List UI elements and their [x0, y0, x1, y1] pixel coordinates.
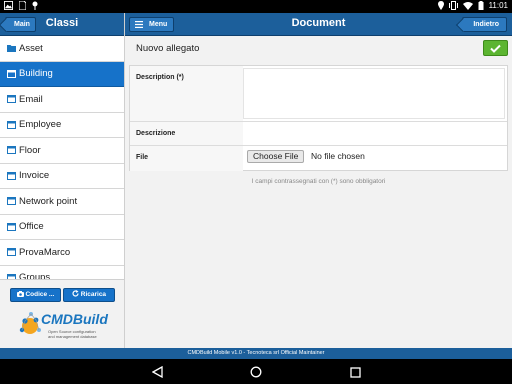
class-item-label: Employee [19, 119, 62, 131]
table-icon [7, 69, 16, 78]
image-icon [4, 1, 13, 10]
logo-subtitle: Open Source configuration and management… [48, 329, 97, 339]
class-item[interactable]: ProvaMarco [0, 240, 124, 266]
status-bar: 11:01 [0, 0, 512, 13]
refresh-icon [72, 290, 79, 297]
check-icon [490, 44, 501, 53]
file-label: File [136, 154, 149, 161]
descrizione-row: Descrizione [130, 122, 507, 146]
clock: 11:01 [488, 1, 508, 10]
document-panel: Menu Document Indietro Nuovo allegato De… [125, 13, 512, 348]
sim-icon [19, 1, 26, 10]
table-icon [7, 171, 16, 180]
class-item[interactable]: Network point [0, 189, 124, 215]
class-item[interactable]: Office [0, 214, 124, 240]
table-icon [7, 248, 16, 257]
recents-nav-icon[interactable] [350, 365, 361, 383]
class-item-label: Office [19, 221, 44, 233]
class-list: Asset Building Email Employee Floor Invoice Ne… [0, 36, 124, 279]
camera-icon [16, 291, 24, 297]
class-item-label: Groups [19, 272, 51, 279]
descrizione-input[interactable] [243, 122, 507, 145]
table-icon [7, 146, 16, 155]
table-icon [7, 222, 16, 231]
class-item[interactable]: Floor [0, 138, 124, 164]
classes-title: Classi [45, 17, 79, 29]
page-title: Document [291, 17, 346, 29]
description-required-label: Description (*) [136, 74, 184, 81]
class-item[interactable]: Groups [0, 265, 124, 279]
pin-icon [32, 1, 38, 10]
codice-button[interactable]: Codice ... [10, 288, 61, 302]
class-item[interactable]: Asset [0, 36, 124, 62]
classes-footer: Codice ... Ricarica CMDBuild Open Source… [0, 279, 124, 347]
table-icon [7, 95, 16, 104]
class-item-label: Floor [19, 144, 41, 156]
navigation-bar [0, 359, 512, 384]
class-item[interactable]: Employee [0, 112, 124, 138]
classes-header: Main Classi [0, 13, 124, 36]
description-required-input[interactable] [243, 68, 505, 119]
class-item[interactable]: Building [0, 61, 124, 87]
description-required-row: Description (*) [130, 66, 507, 122]
classes-panel: Main Classi Asset Building Email Employee Fl… [0, 13, 125, 348]
class-item-label: Network point [19, 195, 78, 207]
class-item[interactable]: Email [0, 87, 124, 113]
cmdbuild-logo: CMDBuild Open Source configuration and m… [16, 308, 112, 344]
new-attachment-label: Nuovo allegato [136, 43, 200, 54]
attachment-form: Description (*) Descrizione File Choose … [129, 65, 508, 171]
ricarica-button[interactable]: Ricarica [63, 288, 115, 302]
table-icon [7, 120, 16, 129]
back-nav-icon[interactable] [151, 365, 163, 383]
battery-icon [478, 1, 484, 10]
descrizione-label: Descrizione [136, 130, 176, 137]
class-item-label: Invoice [19, 170, 50, 182]
wifi-icon [462, 1, 473, 10]
folder-icon [7, 44, 16, 53]
class-item[interactable]: Invoice [0, 163, 124, 189]
class-item-label: Asset [19, 42, 43, 54]
table-icon [7, 197, 16, 206]
class-item-label: ProvaMarco [19, 246, 71, 258]
logo-text: CMDBuild [41, 311, 108, 327]
vibrate-icon [448, 1, 458, 10]
file-row: File Choose File No file chosen [130, 146, 507, 171]
file-status: No file chosen [311, 151, 365, 161]
confirm-button[interactable] [483, 40, 508, 56]
location-icon [437, 1, 444, 10]
class-item-label: Email [19, 93, 43, 105]
required-fields-hint: I campi contrassegnati con (*) sono obbl… [251, 178, 386, 185]
class-item-label: Building [19, 68, 53, 80]
document-header: Menu Document Indietro [125, 13, 512, 36]
indietro-button[interactable]: Indietro [462, 17, 507, 32]
choose-file-button[interactable]: Choose File [247, 150, 305, 163]
footer-info: CMDBuild Mobile v1.0 - Tecnoteca srl Off… [0, 348, 512, 359]
home-nav-icon[interactable] [250, 365, 262, 383]
